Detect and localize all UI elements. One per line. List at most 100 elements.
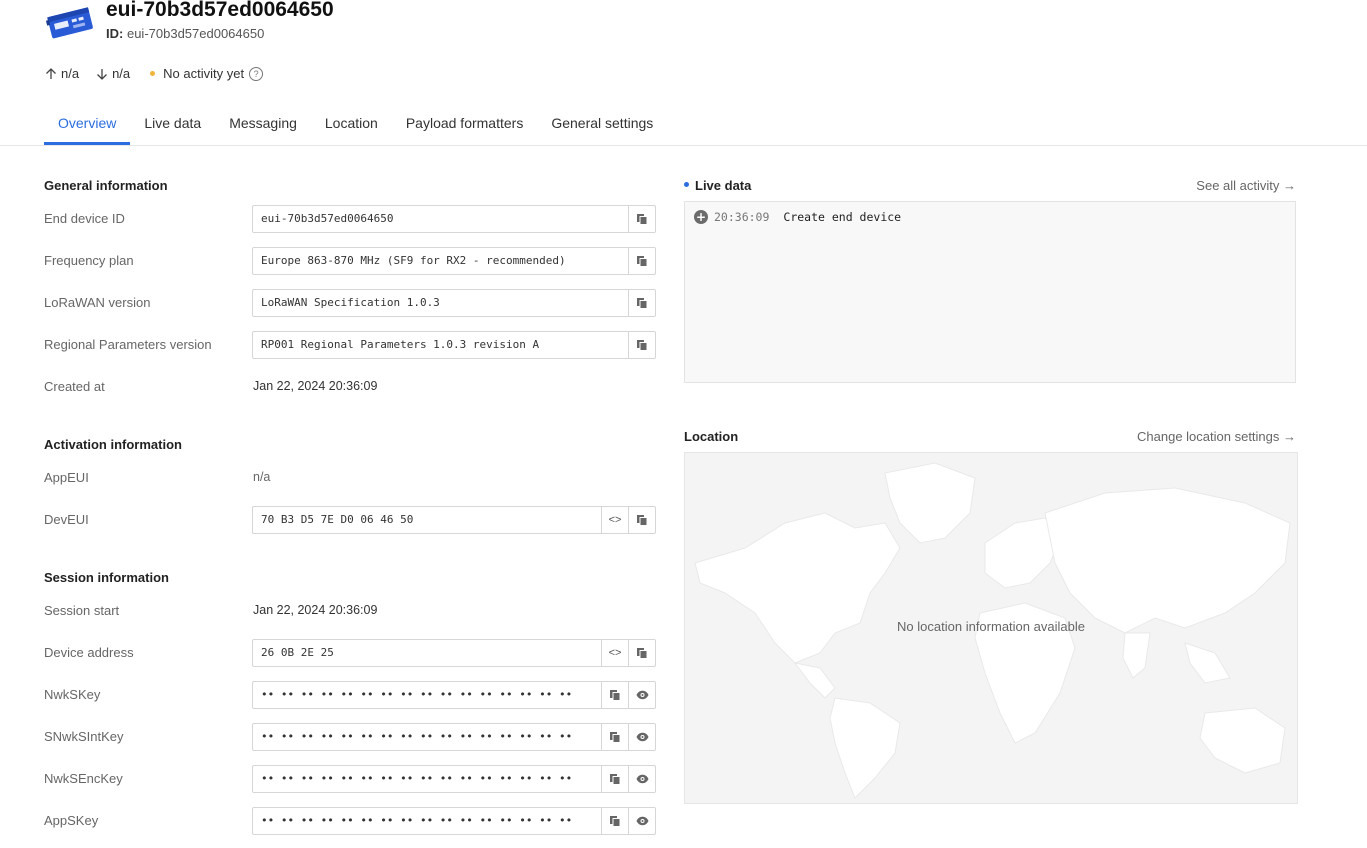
nwksenckey-label: NwkSEncKey: [44, 771, 123, 786]
show-key-button[interactable]: [628, 682, 655, 708]
tab-general-settings[interactable]: General settings: [537, 106, 667, 145]
deveui-value: 70 B3 D5 7E D0 06 46 50: [261, 513, 414, 526]
device-address-value: 26 0B 2E 25: [261, 646, 334, 659]
lorawan-version-label: LoRaWAN version: [44, 295, 151, 310]
copy-icon: [610, 774, 621, 785]
toggle-format-button[interactable]: <>: [601, 507, 628, 533]
nwksenckey-value: •• •• •• •• •• •• •• •• •• •• •• •• •• •…: [261, 772, 573, 785]
nwkskey-value: •• •• •• •• •• •• •• •• •• •• •• •• •• •…: [261, 688, 573, 701]
tab-bar: Overview Live data Messaging Location Pa…: [44, 106, 667, 145]
nwksenckey-field: •• •• •• •• •• •• •• •• •• •• •• •• •• •…: [252, 765, 656, 793]
copy-icon: [610, 732, 621, 743]
regional-params-value: RP001 Regional Parameters 1.0.3 revision…: [261, 338, 540, 351]
code-icon: <>: [608, 514, 622, 526]
change-location-settings-link[interactable]: Change location settings →: [1137, 429, 1296, 444]
event-time: 20:36:09: [714, 210, 770, 224]
copy-button[interactable]: [628, 332, 655, 358]
arrow-up-icon: [46, 67, 56, 79]
copy-button[interactable]: [628, 248, 655, 274]
copy-icon: [637, 340, 648, 351]
location-title: Location: [684, 429, 739, 444]
copy-icon: [637, 298, 648, 309]
code-icon: <>: [608, 647, 622, 659]
eye-icon: [636, 732, 648, 742]
end-device-id-value: eui-70b3d57ed0064650: [261, 212, 394, 225]
downlink-indicator: n/a: [95, 66, 130, 81]
tab-payload-formatters[interactable]: Payload formatters: [392, 106, 538, 145]
activation-info-title: Activation information: [44, 437, 182, 452]
live-data-box: + 20:36:09 Create end device: [684, 201, 1296, 383]
end-device-id-field: eui-70b3d57ed0064650: [252, 205, 656, 233]
live-data-title: Live data: [695, 178, 752, 193]
eye-icon: [636, 774, 648, 784]
eye-icon: [636, 816, 648, 826]
eye-icon: [636, 690, 648, 700]
copy-icon: [637, 256, 648, 267]
toggle-format-button[interactable]: <>: [601, 640, 628, 666]
snwksintkey-value: •• •• •• •• •• •• •• •• •• •• •• •• •• •…: [261, 730, 573, 743]
no-location-message: No location information available: [897, 619, 1085, 634]
device-title: eui-70b3d57ed0064650: [106, 0, 334, 21]
show-key-button[interactable]: [628, 808, 655, 834]
appskey-label: AppSKey: [44, 813, 99, 828]
device-id: ID: eui-70b3d57ed0064650: [106, 26, 264, 41]
created-at-value: Jan 22, 2024 20:36:09: [253, 379, 378, 393]
copy-icon: [610, 816, 621, 827]
location-map: No location information available: [684, 452, 1298, 804]
status-dot: [150, 71, 156, 76]
copy-button[interactable]: [601, 682, 628, 708]
snwksintkey-label: SNwkSIntKey: [44, 729, 124, 744]
end-device-id-label: End device ID: [44, 211, 125, 226]
session-start-label: Session start: [44, 603, 120, 618]
frequency-plan-field: Europe 863-870 MHz (SF9 for RX2 - recomm…: [252, 247, 656, 275]
frequency-plan-value: Europe 863-870 MHz (SF9 for RX2 - recomm…: [261, 254, 566, 267]
regional-params-field: RP001 Regional Parameters 1.0.3 revision…: [252, 331, 656, 359]
live-indicator-dot: [684, 182, 689, 187]
device-address-field: 26 0B 2E 25 <>: [252, 639, 656, 667]
show-key-button[interactable]: [628, 766, 655, 792]
plus-circle-icon: +: [694, 210, 708, 224]
tab-messaging[interactable]: Messaging: [215, 106, 311, 145]
general-info-title: General information: [44, 178, 168, 193]
copy-button[interactable]: [628, 290, 655, 316]
regional-params-label: Regional Parameters version: [44, 337, 212, 352]
tab-overview[interactable]: Overview: [44, 106, 131, 145]
tab-live-data[interactable]: Live data: [130, 106, 215, 145]
appskey-value: •• •• •• •• •• •• •• •• •• •• •• •• •• •…: [261, 814, 573, 827]
event-name: Create end device: [783, 210, 902, 224]
lorawan-version-field: LoRaWAN Specification 1.0.3: [252, 289, 656, 317]
copy-button[interactable]: [601, 808, 628, 834]
copy-icon: [610, 690, 621, 701]
copy-icon: [637, 648, 648, 659]
see-all-activity-link[interactable]: See all activity →: [1196, 178, 1296, 193]
nwkskey-field: •• •• •• •• •• •• •• •• •• •• •• •• •• •…: [252, 681, 656, 709]
copy-button[interactable]: [628, 640, 655, 666]
tabs-divider: [0, 145, 1367, 146]
session-info-title: Session information: [44, 570, 169, 585]
tab-location[interactable]: Location: [311, 106, 392, 145]
help-icon[interactable]: ?: [249, 66, 264, 81]
device-address-label: Device address: [44, 645, 134, 660]
lorawan-version-value: LoRaWAN Specification 1.0.3: [261, 296, 440, 309]
session-start-value: Jan 22, 2024 20:36:09: [253, 603, 378, 617]
copy-button[interactable]: [628, 206, 655, 232]
activity-status: No activity yet ?: [146, 66, 264, 81]
show-key-button[interactable]: [628, 724, 655, 750]
copy-button[interactable]: [601, 766, 628, 792]
downlink-value: n/a: [112, 66, 131, 81]
copy-icon: [637, 515, 648, 526]
deveui-label: DevEUI: [44, 512, 89, 527]
frequency-plan-label: Frequency plan: [44, 253, 134, 268]
live-event-row[interactable]: + 20:36:09 Create end device: [694, 210, 901, 224]
status-row: n/a n/a No activity yet ?: [44, 66, 279, 81]
copy-button[interactable]: [628, 507, 655, 533]
device-id-label: ID:: [106, 26, 124, 41]
device-icon: [45, 4, 94, 40]
appeui-label: AppEUI: [44, 470, 89, 485]
copy-button[interactable]: [601, 724, 628, 750]
copy-icon: [637, 214, 648, 225]
snwksintkey-field: •• •• •• •• •• •• •• •• •• •• •• •• •• •…: [252, 723, 656, 751]
appskey-field: •• •• •• •• •• •• •• •• •• •• •• •• •• •…: [252, 807, 656, 835]
device-id-value: eui-70b3d57ed0064650: [126, 26, 265, 41]
arrow-down-icon: [97, 68, 108, 80]
